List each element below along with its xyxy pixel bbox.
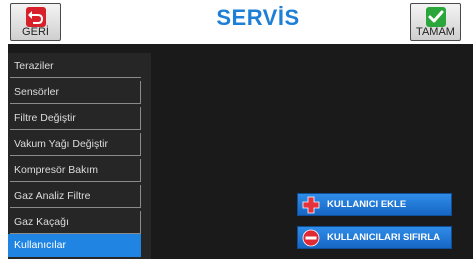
menu-item-label: Teraziler	[14, 60, 54, 72]
menu-item-label: Sensörler	[14, 86, 59, 98]
menu-divider	[10, 155, 141, 156]
menu-item-kompresor-bakim[interactable]: Kompresör Bakım	[8, 159, 141, 182]
menu-item-label: Gaz Analiz Filtre	[14, 190, 91, 202]
checkmark-icon	[425, 7, 446, 27]
service-screen: GERİ SERVİS TAMAM Teraziler Sensörler Fi…	[0, 0, 473, 259]
menu-item-label: Vakum Yağı Değiştir	[14, 138, 108, 150]
header-bar: GERİ SERVİS TAMAM	[8, 0, 473, 44]
menu-item-label: Kullanıcılar	[14, 239, 66, 251]
ok-button[interactable]: TAMAM	[410, 3, 461, 41]
menu-divider	[140, 133, 141, 156]
menu-item-sensorler[interactable]: Sensörler	[8, 81, 141, 104]
ok-label: TAMAM	[416, 26, 455, 38]
menu-divider	[140, 185, 141, 208]
menu-item-teraziler[interactable]: Teraziler	[8, 55, 141, 78]
add-user-label: KULLANICI EKLE	[327, 199, 407, 210]
menu-item-vakum-yagi-degistir[interactable]: Vakum Yağı Değiştir	[8, 133, 141, 156]
page-title: SERVİS	[216, 5, 300, 30]
menu-divider	[10, 77, 141, 78]
menu-divider	[10, 181, 141, 182]
menu-divider	[140, 159, 141, 182]
menu-divider	[10, 129, 141, 130]
menu-item-label: Filtre Değiştir	[14, 112, 76, 124]
content-panel: Teraziler Sensörler Filtre Değiştir Vaku…	[8, 44, 473, 259]
minus-icon	[302, 229, 320, 247]
plus-icon	[302, 196, 320, 214]
menu-item-gaz-kacagi[interactable]: Gaz Kaçağı	[8, 211, 141, 234]
back-button[interactable]: GERİ	[10, 3, 61, 41]
menu-item-label: Gaz Kaçağı	[14, 216, 69, 228]
menu-item-filtre-degistir[interactable]: Filtre Değiştir	[8, 107, 141, 130]
back-label: GERİ	[22, 26, 49, 38]
menu-item-kullanicilar[interactable]: Kullanıcılar	[8, 234, 141, 257]
menu-divider	[10, 103, 141, 104]
menu-divider	[140, 81, 141, 104]
reset-users-label: KULLANICILARI SIFIRLA	[327, 232, 440, 243]
menu-divider	[140, 211, 141, 234]
menu-divider	[10, 207, 141, 208]
reset-users-button[interactable]: KULLANICILARI SIFIRLA	[297, 226, 452, 249]
add-user-button[interactable]: KULLANICI EKLE	[297, 193, 452, 216]
menu-divider	[140, 107, 141, 130]
menu-item-gaz-analiz-filtre[interactable]: Gaz Analiz Filtre	[8, 185, 141, 208]
back-arrow-icon	[25, 7, 46, 27]
menu-item-label: Kompresör Bakım	[14, 164, 99, 176]
service-menu: Teraziler Sensörler Filtre Değiştir Vaku…	[8, 53, 151, 259]
